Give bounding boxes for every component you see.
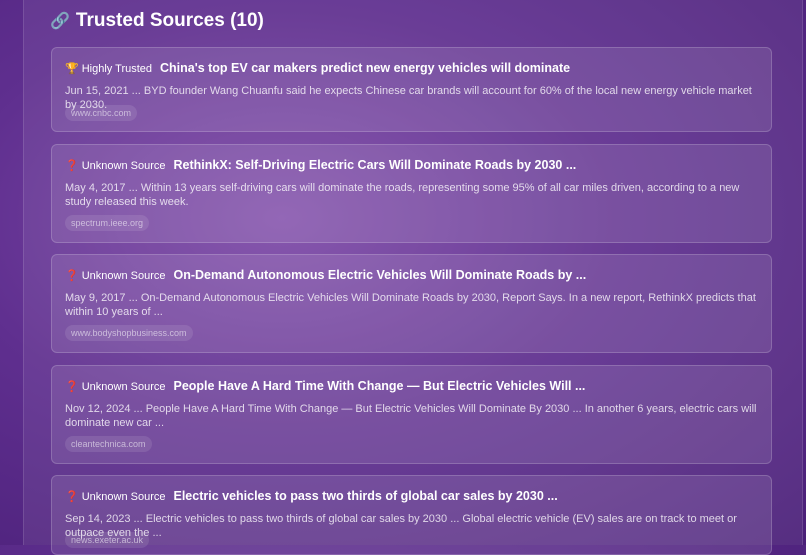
source-snippet: Jun 15, 2021 ... BYD founder Wang Chuanf… [65, 85, 752, 111]
trust-badge-label: Highly Trusted [81, 63, 153, 75]
source-domain[interactable]: spectrum.ieee.org [65, 215, 150, 231]
trust-badge: ❓ Unknown Source [65, 380, 165, 393]
link-icon: 🔗 [50, 13, 70, 30]
question-icon: ❓ [65, 270, 79, 282]
source-title-link[interactable]: People Have A Hard Time With Change — Bu… [173, 379, 585, 393]
trophy-icon: 🏆 [65, 63, 79, 75]
question-icon: ❓ [65, 491, 79, 503]
source-card[interactable]: ❓ Unknown Source On-Demand Autonomous El… [51, 254, 772, 353]
trust-badge-label: Unknown Source [81, 381, 166, 393]
source-snippet: May 9, 2017 ... On-Demand Autonomous Ele… [65, 292, 756, 318]
source-card[interactable]: 🏆 Highly Trusted China's top EV car make… [51, 47, 772, 132]
source-domain[interactable]: cleantechnica.com [65, 436, 152, 452]
source-card[interactable]: ❓ Unknown Source Electric vehicles to pa… [51, 475, 772, 555]
question-icon: ❓ [65, 381, 79, 393]
source-domain[interactable]: news.exeter.ac.uk [65, 532, 150, 548]
source-card[interactable]: ❓ Unknown Source People Have A Hard Time… [51, 365, 772, 464]
source-snippet: May 4, 2017 ... Within 13 years self-dri… [65, 182, 740, 208]
trust-badge: ❓ Unknown Source [65, 269, 165, 282]
trust-badge-label: Unknown Source [81, 160, 166, 172]
trust-badge-label: Unknown Source [81, 491, 166, 503]
sources-header: 🔗 Trusted Sources (10) [50, 8, 264, 34]
source-card[interactable]: ❓ Unknown Source RethinkX: Self-Driving … [51, 144, 772, 243]
source-title-link[interactable]: On-Demand Autonomous Electric Vehicles W… [173, 268, 586, 282]
source-snippet: Nov 12, 2024 ... People Have A Hard Time… [65, 403, 757, 429]
page-title: Trusted Sources (10) [75, 10, 264, 31]
trust-badge: ❓ Unknown Source [65, 490, 165, 503]
source-domain[interactable]: www.cnbc.com [65, 105, 138, 121]
question-icon: ❓ [65, 160, 79, 172]
source-title-link[interactable]: Electric vehicles to pass two thirds of … [173, 489, 557, 503]
source-title-link[interactable]: China's top EV car makers predict new en… [160, 61, 570, 75]
trust-badge: ❓ Unknown Source [65, 159, 165, 172]
source-snippet: Sep 14, 2023 ... Electric vehicles to pa… [65, 513, 737, 539]
source-title-link[interactable]: RethinkX: Self-Driving Electric Cars Wil… [173, 158, 576, 172]
trust-badge-label: Unknown Source [81, 270, 166, 282]
source-domain[interactable]: www.bodyshopbusiness.com [65, 325, 193, 341]
trust-badge: 🏆 Highly Trusted [65, 62, 152, 75]
